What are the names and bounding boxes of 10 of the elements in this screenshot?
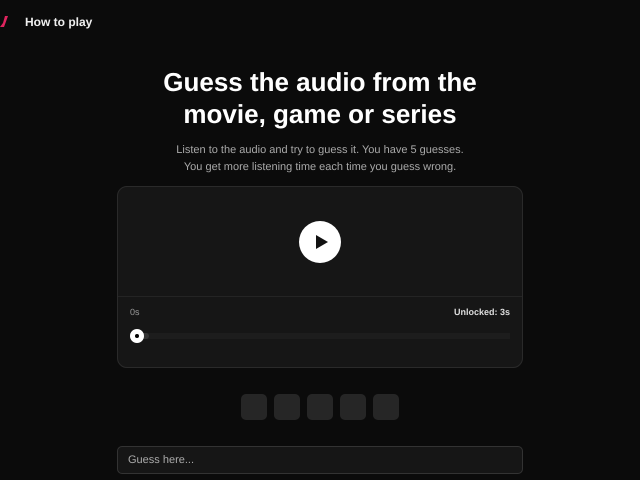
unlocked-time: Unlocked: 3s — [454, 307, 510, 317]
how-to-play-link[interactable]: How to play — [25, 15, 92, 29]
page-subtitle: Listen to the audio and try to guess it. You have 5 guesses. You get more listening time each time you guess wrong. — [176, 143, 464, 175]
page-title: Guess the audio from the movie, game or series — [162, 66, 478, 130]
elapsed-time: 0s — [130, 307, 140, 317]
guess-input[interactable]: Guess here... — [117, 446, 523, 474]
play-icon — [315, 234, 329, 250]
play-button[interactable] — [299, 220, 341, 262]
logo-icon[interactable] — [0, 15, 8, 29]
progress-thumb[interactable] — [130, 329, 144, 343]
